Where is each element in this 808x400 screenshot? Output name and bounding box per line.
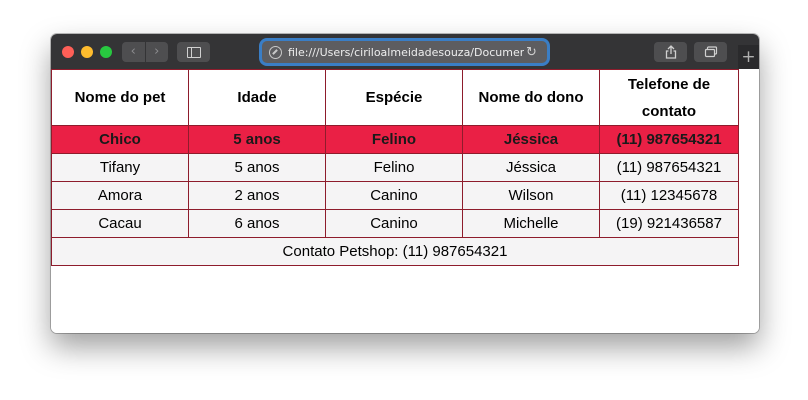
table-row: Tifany 5 anos Felino Jéssica (11) 987654… — [51, 153, 739, 182]
table-cell: (19) 921436587 — [599, 209, 739, 238]
header-species: Espécie — [325, 69, 463, 126]
table-header-row: Nome do pet Idade Espécie Nome do dono T… — [51, 69, 739, 126]
header-age: Idade — [188, 69, 326, 126]
table-cell: 6 anos — [188, 209, 326, 238]
browser-toolbar: ‹ › file:///Users/ciriloalmeidadesouza/D… — [51, 34, 759, 70]
header-pet-name: Nome do pet — [51, 69, 189, 126]
table-cell: Felino — [325, 153, 463, 182]
forward-icon[interactable]: › — [146, 42, 169, 62]
table-cell: 2 anos — [188, 181, 326, 210]
table-row: Amora 2 anos Canino Wilson (11) 12345678 — [51, 181, 739, 210]
minimize-window-button[interactable] — [81, 46, 93, 58]
compass-icon — [269, 45, 282, 59]
close-window-button[interactable] — [62, 46, 74, 58]
url-text[interactable]: file:///Users/ciriloalmeidadesouza/Docum… — [288, 46, 524, 59]
new-tab-button[interactable]: + — [738, 45, 759, 69]
table-cell: Felino — [325, 125, 463, 154]
table-cell: Chico — [51, 125, 189, 154]
table-row: Cacau 6 anos Canino Michelle (19) 921436… — [51, 209, 739, 238]
table-cell: 5 anos — [188, 153, 326, 182]
table-cell: Cacau — [51, 209, 189, 238]
back-icon[interactable]: ‹ — [122, 42, 146, 62]
history-nav: ‹ › — [122, 42, 168, 62]
table-cell: Wilson — [462, 181, 600, 210]
table-cell: Michelle — [462, 209, 600, 238]
zoom-window-button[interactable] — [100, 46, 112, 58]
tab-overview-button[interactable] — [694, 42, 727, 62]
table-cell: Amora — [51, 181, 189, 210]
pets-table: Nome do pet Idade Espécie Nome do dono T… — [51, 69, 739, 266]
share-icon — [665, 45, 676, 59]
sidebar-toggle-button[interactable] — [177, 42, 210, 62]
share-button[interactable] — [654, 42, 687, 62]
table-cell: Tifany — [51, 153, 189, 182]
table-cell: (11) 12345678 — [599, 181, 739, 210]
table-cell: Canino — [325, 209, 463, 238]
table-cell: 5 anos — [188, 125, 326, 154]
page-content: Nome do pet Idade Espécie Nome do dono T… — [51, 69, 759, 333]
address-bar[interactable]: file:///Users/ciriloalmeidadesouza/Docum… — [262, 41, 547, 63]
table-cell: Jéssica — [462, 153, 600, 182]
table-footer-row: Contato Petshop: (11) 987654321 — [51, 237, 739, 266]
table-cell: (11) 987654321 — [599, 125, 739, 154]
table-cell: Canino — [325, 181, 463, 210]
table-cell: (11) 987654321 — [599, 153, 739, 182]
tabs-icon — [704, 46, 717, 58]
petshop-contact: Contato Petshop: (11) 987654321 — [51, 237, 739, 266]
browser-window: ‹ › file:///Users/ciriloalmeidadesouza/D… — [51, 34, 759, 333]
header-contact-phone: Telefone de contato — [599, 69, 739, 126]
header-owner-name: Nome do dono — [462, 69, 600, 126]
reload-icon[interactable]: ↻ — [526, 45, 537, 60]
table-row-highlighted: Chico 5 anos Felino Jéssica (11) 9876543… — [51, 125, 739, 154]
sidebar-icon — [186, 46, 201, 58]
table-cell: Jéssica — [462, 125, 600, 154]
